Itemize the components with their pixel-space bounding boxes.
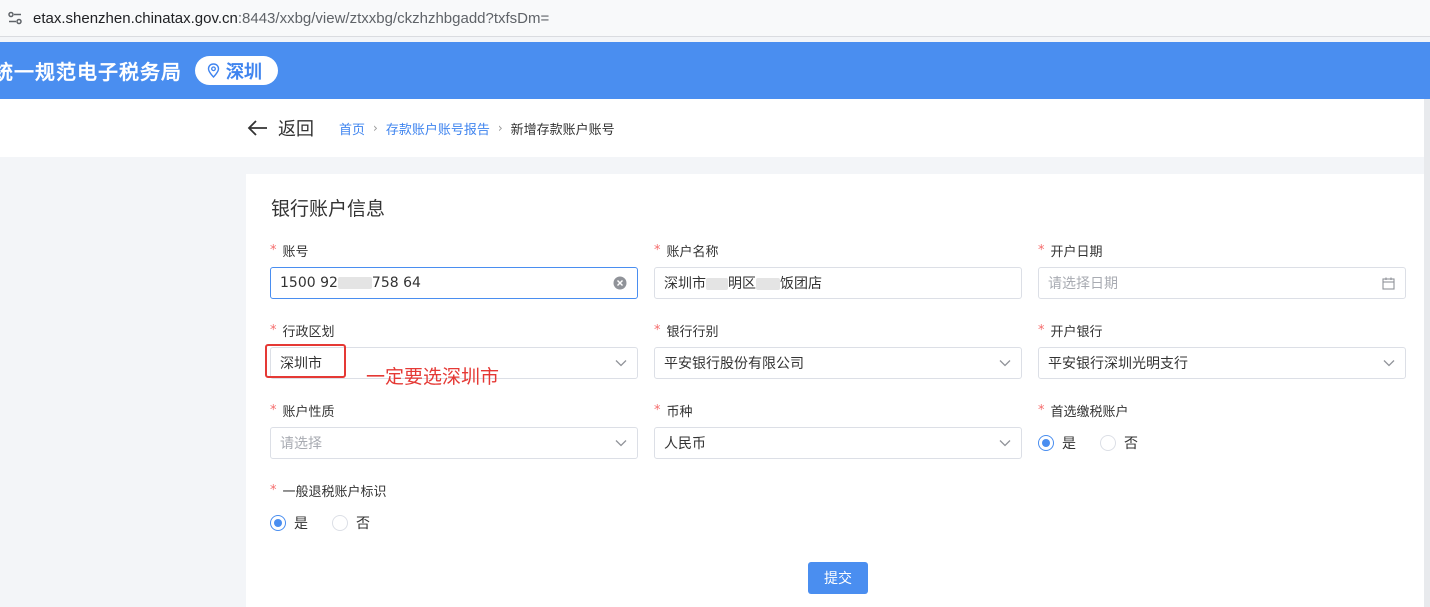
refund-flag-no-radio[interactable]: 否 (332, 513, 370, 533)
bank-account-form: 银行账户信息 * 账号 1500 92 758 64 * 账户名称 深圳市 明区 饭团店 … (246, 174, 1424, 607)
chevron-down-icon (999, 359, 1011, 367)
refund-account-flag-label: 一般退税账户标识 (282, 484, 387, 500)
chevron-down-icon (615, 359, 627, 367)
chevron-right-icon: › (373, 121, 378, 135)
open-date-label: 开户日期 (1050, 244, 1103, 260)
redacted-mask (706, 278, 728, 290)
submit-button[interactable]: 提交 (808, 562, 868, 594)
account-name-input[interactable]: 深圳市 明区 饭团店 (654, 267, 1022, 299)
currency-select[interactable]: 人民币 (654, 427, 1022, 459)
currency-field: * 币种 人民币 (654, 401, 1022, 459)
chevron-down-icon (1383, 359, 1395, 367)
open-bank-label: 开户银行 (1050, 324, 1103, 340)
account-name-label: 账户名称 (666, 244, 719, 260)
preferred-tax-account-field: * 首选缴税账户 是 否 (1038, 401, 1162, 453)
clear-icon[interactable] (613, 276, 627, 290)
account-number-field: * 账号 1500 92 758 64 (270, 241, 638, 299)
refund-flag-radio-group: 是 否 (270, 513, 394, 533)
app-header: 统一规范电子税务局 深圳 (0, 42, 1430, 99)
open-date-field: * 开户日期 请选择日期 (1038, 241, 1406, 299)
calendar-icon (1382, 277, 1395, 290)
preferred-tax-no-radio[interactable]: 否 (1100, 433, 1138, 453)
app-title: 统一规范电子税务局 (0, 60, 182, 84)
account-nature-label: 账户性质 (282, 404, 335, 420)
city-name: 深圳 (226, 61, 262, 83)
browser-address-bar: etax.shenzhen.chinatax.gov.cn:8443/xxbg/… (0, 0, 1430, 37)
preferred-tax-yes-radio[interactable]: 是 (1038, 433, 1076, 453)
page-scrollbar[interactable] (1424, 99, 1430, 607)
account-number-input[interactable]: 1500 92 758 64 (270, 267, 638, 299)
redacted-mask (756, 278, 780, 290)
open-date-picker[interactable]: 请选择日期 (1038, 267, 1406, 299)
site-info-icon[interactable] (7, 10, 23, 26)
currency-label: 币种 (666, 404, 693, 420)
open-bank-field: * 开户银行 平安银行深圳光明支行 (1038, 321, 1406, 379)
preferred-tax-account-label: 首选缴税账户 (1050, 404, 1129, 420)
region-label: 行政区划 (282, 324, 335, 340)
annotation-highlight-box (265, 344, 346, 378)
chevron-down-icon (999, 439, 1011, 447)
back-label: 返回 (278, 119, 314, 140)
bank-type-field: * 银行行别 平安银行股份有限公司 (654, 321, 1022, 379)
chevron-right-icon: › (497, 121, 503, 135)
redacted-mask (337, 277, 372, 289)
location-pin-icon (207, 63, 220, 78)
account-number-label: 账号 (282, 244, 309, 260)
chevron-down-icon (615, 439, 627, 447)
arrow-left-icon (247, 120, 269, 136)
breadcrumb: 首页 › 存款账户账号报告 › 新增存款账户账号 (339, 119, 615, 138)
account-name-field: * 账户名称 深圳市 明区 饭团店 (654, 241, 1022, 299)
bank-type-select[interactable]: 平安银行股份有限公司 (654, 347, 1022, 379)
annotation-text: 一定要选深圳市 (366, 366, 500, 388)
section-title: 银行账户信息 (271, 198, 386, 220)
navigation-strip: 返回 首页 › 存款账户账号报告 › 新增存款账户账号 (0, 99, 1430, 157)
back-button[interactable]: 返回 (247, 115, 314, 141)
preferred-tax-radio-group: 是 否 (1038, 433, 1162, 453)
refund-flag-yes-radio[interactable]: 是 (270, 513, 308, 533)
breadcrumb-home[interactable]: 首页 (339, 119, 365, 138)
account-nature-field: * 账户性质 请选择 (270, 401, 638, 459)
breadcrumb-account-report[interactable]: 存款账户账号报告 (386, 119, 490, 138)
url-text[interactable]: etax.shenzhen.chinatax.gov.cn:8443/xxbg/… (33, 10, 549, 27)
bank-type-label: 银行行别 (666, 324, 719, 340)
open-bank-select[interactable]: 平安银行深圳光明支行 (1038, 347, 1406, 379)
account-nature-select[interactable]: 请选择 (270, 427, 638, 459)
refund-account-flag-field: * 一般退税账户标识 是 否 (270, 481, 394, 533)
city-selector[interactable]: 深圳 (195, 56, 278, 85)
breadcrumb-current: 新增存款账户账号 (510, 122, 615, 138)
